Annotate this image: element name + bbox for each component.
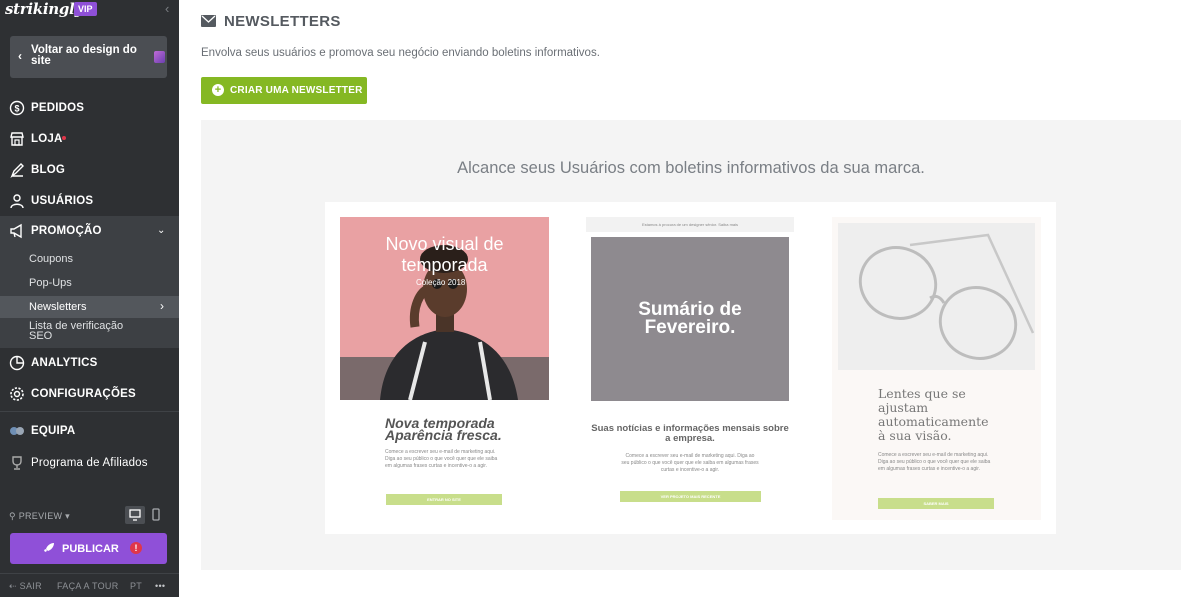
card3: Lentes que se ajustam automaticamente à … — [832, 217, 1041, 520]
svg-text:$: $ — [14, 104, 19, 114]
publish-label: PUBLICAR — [62, 543, 119, 555]
search-icon: ⚲ — [9, 511, 19, 521]
language-selector[interactable]: PT — [130, 581, 142, 591]
vip-badge: VIP — [74, 2, 97, 16]
chevron-down-icon: ⌄ — [157, 225, 166, 236]
card1-image: Novo visual de temporada Coleção 2018 — [340, 217, 549, 400]
sidebar-item-label: CONFIGURAÇÕES — [31, 388, 136, 400]
glasses-photo — [858, 233, 1035, 360]
envelope-icon — [201, 15, 216, 27]
sidebar-item-label: Programa de Afiliados — [31, 457, 148, 469]
sidebar-item-analytics[interactable]: ANALYTICS — [0, 348, 179, 378]
desktop-preview-button[interactable] — [125, 506, 145, 524]
sidebar-item-label: PEDIDOS — [31, 102, 85, 114]
chevron-left-icon: ‹ — [18, 49, 22, 63]
card3-image — [838, 223, 1035, 370]
sidebar-item-pedidos[interactable]: $ PEDIDOS — [0, 93, 179, 123]
site-preview-icon — [154, 51, 165, 63]
newsletter-examples: Novo visual de temporada Coleção 2018 No… — [325, 202, 1056, 534]
store-icon — [10, 132, 24, 146]
pie-chart-icon — [9, 355, 25, 371]
card2-image: Sumário de Fevereiro. — [591, 237, 789, 401]
sidebar-item-promocao[interactable]: PROMOÇÃO ⌄ — [0, 216, 179, 246]
sidebar-item-configuracoes[interactable]: CONFIGURAÇÕES — [0, 379, 179, 409]
sidebar-item-loja[interactable]: LOJA — [0, 124, 179, 154]
publish-button[interactable]: PUBLICAR ! — [10, 533, 167, 564]
sidebar-item-label: PROMOÇÃO — [31, 225, 102, 237]
sidebar-item-label: BLOG — [31, 164, 66, 176]
sidebar-item-label: ANALYTICS — [31, 357, 98, 369]
preview-dropdown[interactable]: ⚲ PREVIEW ▾ — [9, 511, 70, 522]
card3-title: Lentes que se ajustam automaticamente à … — [878, 386, 989, 443]
subnav-item-label: Coupons — [29, 253, 74, 265]
sidebar-item-label: LOJA — [31, 133, 63, 145]
main-content: NEWSLETTERS Envolva seus usuários e prom… — [179, 0, 1200, 597]
card2-banner: Estamos à procura de um designer sênior.… — [586, 217, 794, 232]
team-icon — [10, 427, 24, 435]
sidebar: strikingly VIP ‹ ‹ Voltar ao design do s… — [0, 0, 179, 597]
logo[interactable]: strikingly — [5, 0, 83, 18]
megaphone-icon — [10, 223, 22, 239]
gear-icon — [10, 387, 24, 401]
card1-caption: Coleção 2018 — [416, 278, 466, 287]
collapse-sidebar-icon[interactable]: ‹ — [165, 1, 169, 16]
user-icon — [10, 194, 24, 209]
exit-label: SAIR — [19, 581, 42, 591]
subnav-item-label: Lista de verificação SEO — [29, 320, 124, 342]
card2-body: Comece a escrever seu e-mail de marketin… — [621, 453, 759, 473]
divider — [0, 411, 179, 412]
subnav-item-seo-checklist[interactable]: Lista de verificação SEO — [0, 320, 179, 346]
preview-label: PREVIEW — [18, 511, 63, 521]
warning-badge: ! — [130, 542, 142, 554]
sidebar-item-usuarios[interactable]: USUÁRIOS — [0, 186, 179, 216]
divider — [0, 573, 179, 574]
subnav-item-popups[interactable]: Pop-Ups — [0, 274, 179, 294]
mobile-preview-button[interactable] — [146, 506, 166, 524]
card2-cta-button: VER PROJETO MAIS RECENTE — [620, 491, 761, 502]
card1-title: Nova temporada Aparência fresca. — [385, 415, 502, 443]
subnav-item-coupons[interactable]: Coupons — [0, 250, 179, 270]
subnav-item-newsletters[interactable]: Newsletters › — [0, 296, 179, 318]
logo-row: strikingly VIP ‹ — [0, 0, 179, 20]
sidebar-item-blog[interactable]: BLOG — [0, 155, 179, 185]
create-newsletter-label: CRIAR UMA NEWSLETTER — [230, 85, 363, 96]
sidebar-item-label: EQUIPA — [31, 425, 76, 437]
rocket-icon — [44, 543, 54, 552]
card3-cta-button: SABER MAIS — [878, 498, 994, 509]
panel-title: Alcance seus Usuários com boletins infor… — [457, 159, 925, 177]
more-options-icon[interactable]: ••• — [155, 581, 165, 591]
caret-down-icon: ▾ — [62, 511, 70, 521]
sidebar-item-equipa[interactable]: EQUIPA — [0, 416, 179, 446]
pen-icon — [10, 163, 24, 178]
desktop-icon — [129, 509, 141, 521]
newsletter-promo-panel: Alcance seus Usuários com boletins infor… — [201, 120, 1181, 570]
notification-dot — [62, 136, 66, 140]
mobile-icon — [152, 508, 160, 521]
card1-cta-button: ENTRAR NO SITE — [386, 494, 502, 505]
sidebar-item-afiliados[interactable]: Programa de Afiliados — [0, 448, 179, 478]
page-title: NEWSLETTERS — [224, 13, 341, 30]
create-newsletter-button[interactable]: + CRIAR UMA NEWSLETTER — [201, 77, 367, 104]
back-to-design-label: Voltar ao design do site — [31, 44, 137, 67]
subnav-item-label: Pop-Ups — [29, 277, 72, 289]
card2-title: Suas notícias e informações mensais sobr… — [591, 423, 789, 444]
exit-icon: ⇠ — [9, 581, 17, 591]
card1-body: Comece a escrever seu e-mail de marketin… — [385, 449, 498, 469]
tour-link[interactable]: FAÇA A TOUR — [57, 581, 119, 591]
chevron-right-icon: › — [160, 299, 164, 313]
dollar-icon: $ — [9, 100, 25, 116]
exit-link[interactable]: ⇠ SAIR — [9, 581, 42, 592]
card3-body: Comece a escrever seu e-mail de marketin… — [878, 452, 991, 472]
back-to-design-button[interactable]: ‹ Voltar ao design do site — [10, 36, 167, 78]
sidebar-item-label: USUÁRIOS — [31, 195, 94, 207]
subnav-item-label: Newsletters — [29, 301, 87, 313]
page-description: Envolva seus usuários e promova seu negó… — [201, 47, 600, 59]
plus-circle-icon: + — [212, 84, 224, 96]
promo-subnav: Coupons Pop-Ups Newsletters › Lista de v… — [0, 246, 179, 348]
card1-heading: Novo visual de temporada — [385, 234, 504, 275]
trophy-icon — [12, 456, 22, 470]
card2-heading: Sumário de Fevereiro. — [638, 299, 742, 338]
